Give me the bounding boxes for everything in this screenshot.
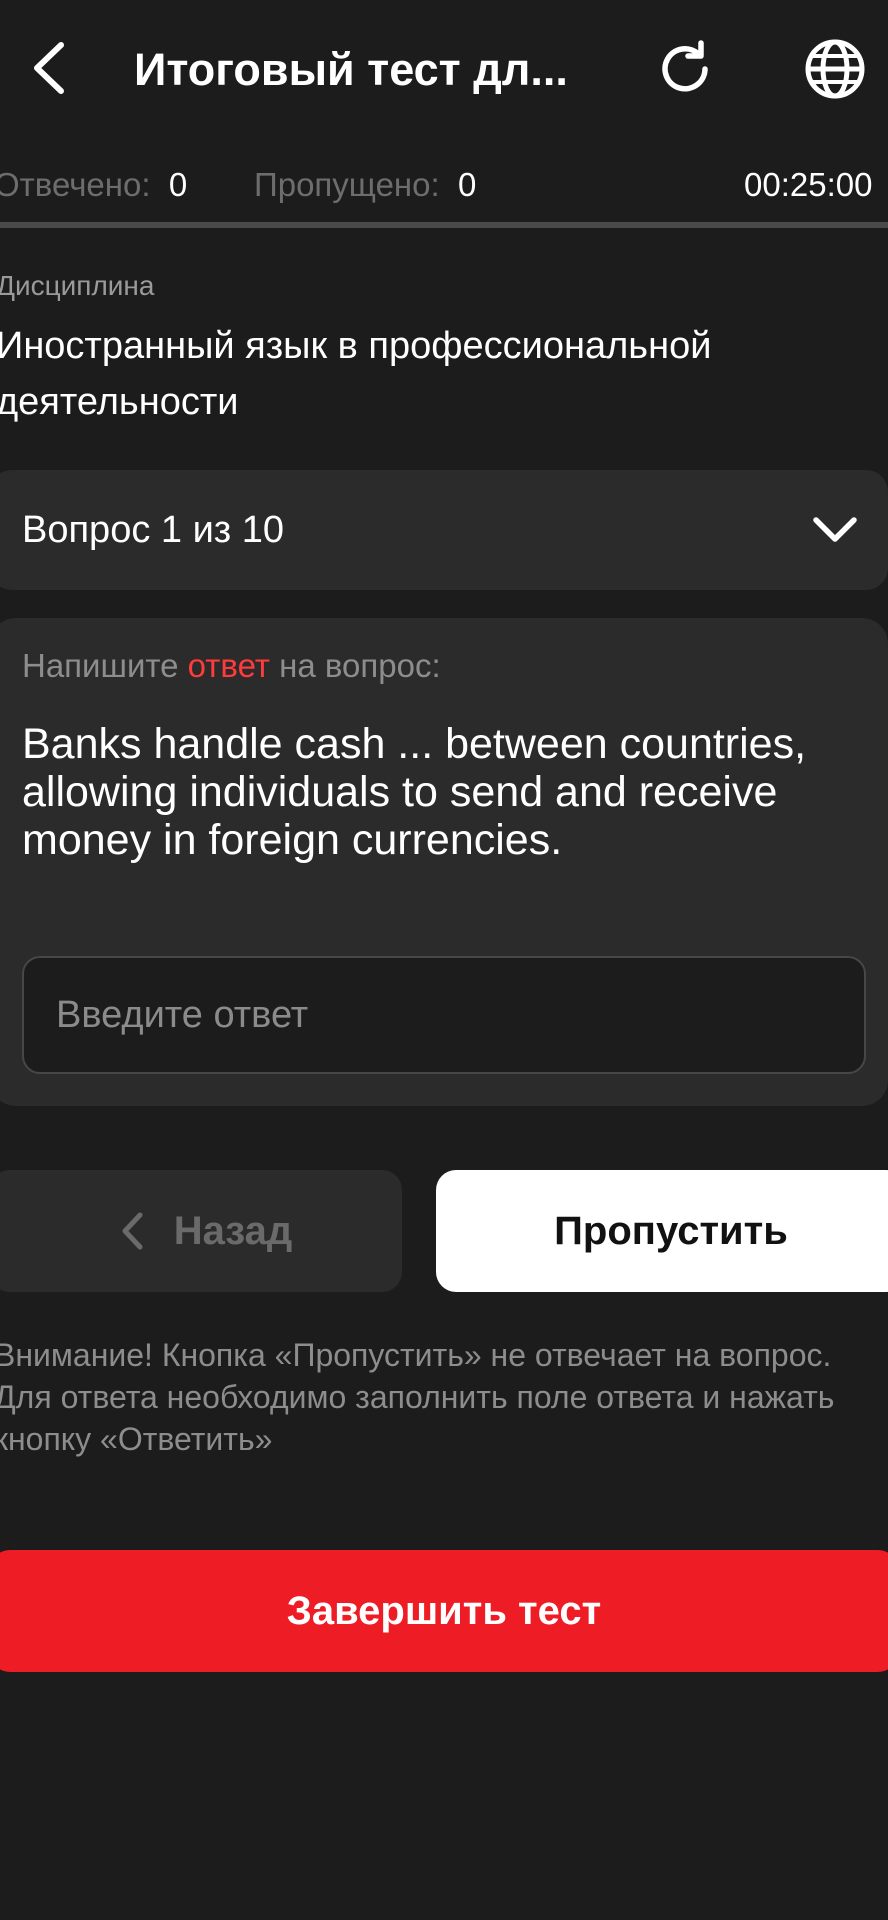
discipline-value: Иностранный язык в профессиональной деят… <box>0 325 712 423</box>
answer-input[interactable] <box>22 956 866 1074</box>
previous-button[interactable]: Назад <box>0 1170 402 1292</box>
page-title: Итоговый тест дл... <box>134 44 568 95</box>
skip-button[interactable]: Пропустить <box>436 1170 888 1292</box>
question-instruction: Напишите ответ на вопрос: <box>22 644 441 688</box>
skip-warning: Внимание! Кнопка «Пропустить» не отвечае… <box>0 1337 835 1457</box>
answered-label: Отвечено: <box>0 166 151 203</box>
refresh-button[interactable] <box>652 36 718 102</box>
skip-button-label: Пропустить <box>554 1208 788 1253</box>
progress-bar <box>0 222 888 228</box>
chevron-down-icon[interactable] <box>810 510 860 550</box>
question-text: Banks handle cash ... between countries,… <box>22 720 807 864</box>
skipped-stat: Пропущено: 0 <box>254 160 476 210</box>
chevron-left-icon <box>34 42 64 94</box>
timer: 00:25:00 <box>744 166 873 203</box>
instruction-prefix: Напишите <box>22 647 188 684</box>
finish-test-button[interactable]: Завершить тест <box>0 1550 888 1672</box>
back-button[interactable] <box>22 38 74 98</box>
instruction-accent: ответ <box>187 647 270 684</box>
instruction-suffix: на вопрос: <box>269 647 441 684</box>
skipped-count: 0 <box>458 166 477 203</box>
language-button[interactable] <box>802 36 868 102</box>
globe-icon <box>805 39 865 99</box>
chevron-left-icon <box>122 1212 143 1250</box>
answered-count: 0 <box>168 166 188 203</box>
discipline-label: Дисциплина <box>0 270 155 301</box>
previous-button-label: Назад <box>173 1208 293 1253</box>
skipped-label: Пропущено: <box>254 166 440 203</box>
question-selector-label: Вопрос 1 из 10 <box>22 509 285 551</box>
finish-test-label: Завершить тест <box>286 1588 602 1633</box>
refresh-icon <box>662 40 708 92</box>
answered-stat: Отвечено: 0 <box>0 160 187 210</box>
